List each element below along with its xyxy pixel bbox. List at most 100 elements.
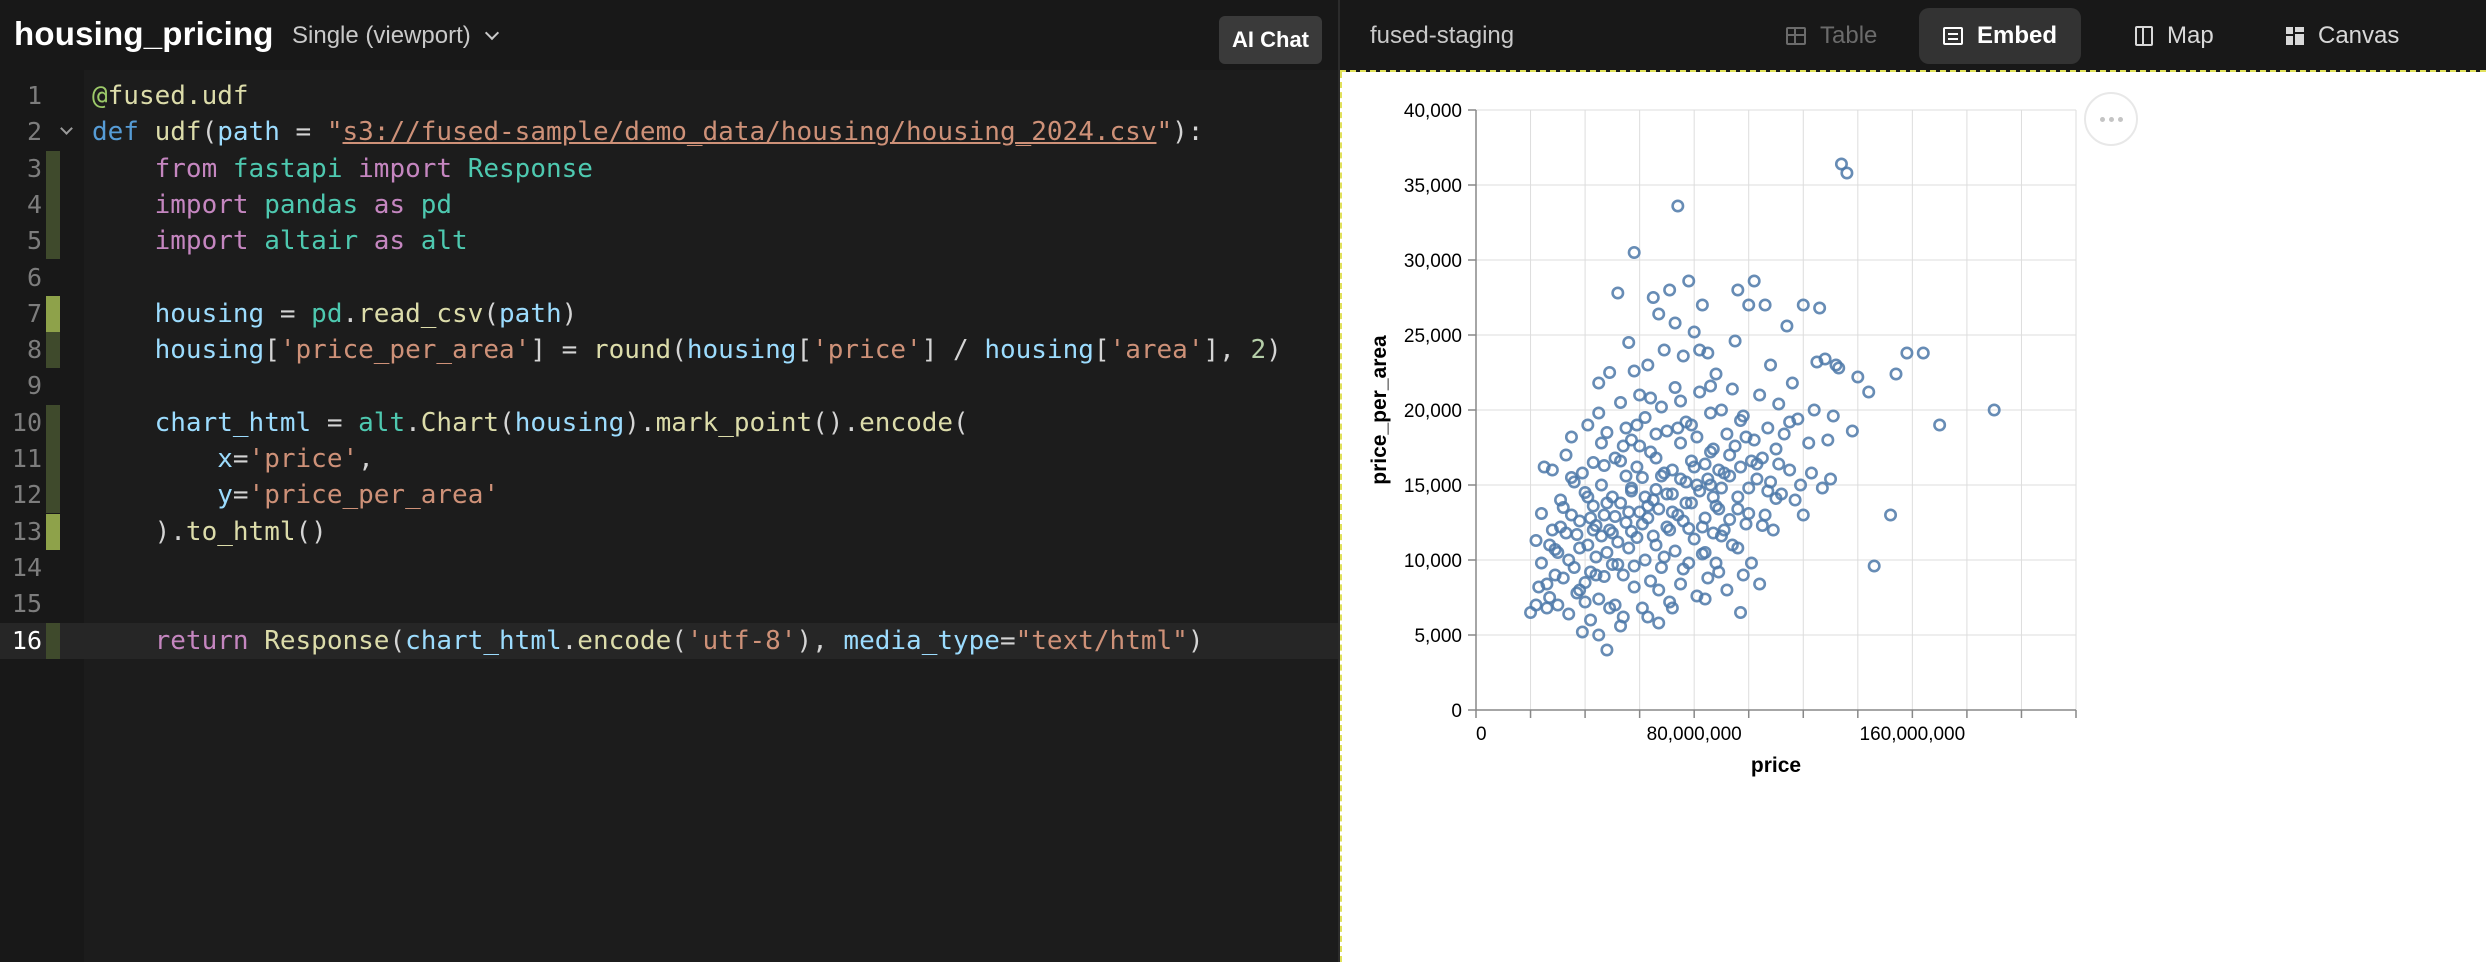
- code-token: from: [154, 153, 233, 184]
- code-token: (: [953, 407, 969, 438]
- x-tick-label: 80,000,000: [1647, 724, 1742, 745]
- code-token: =: [311, 407, 359, 438]
- code-token: housing: [984, 335, 1094, 366]
- tab-canvas[interactable]: Canvas: [2262, 8, 2423, 64]
- code-line[interactable]: 12 y='price_per_area': [0, 477, 1338, 514]
- data-point: [1575, 466, 1589, 480]
- change-marker: [46, 295, 60, 332]
- change-marker: [46, 404, 60, 441]
- data-point: [1594, 436, 1608, 450]
- data-point: [1744, 556, 1758, 570]
- map-icon: [2135, 26, 2153, 46]
- data-point: [1584, 613, 1598, 627]
- code-line[interactable]: 16 return Response(chart_html.encode('ut…: [0, 622, 1338, 659]
- code-token: =: [232, 480, 249, 511]
- code-line[interactable]: 7 housing = pd.read_csv(path): [0, 295, 1338, 332]
- preview-header: fused-staging Table Embed Map Canvas: [1340, 0, 2486, 72]
- data-point: [1559, 448, 1573, 462]
- tab-embed[interactable]: Embed: [1919, 8, 2082, 64]
- data-point: [1788, 493, 1802, 507]
- line-number: 7: [26, 298, 42, 328]
- data-point: [1933, 418, 1947, 432]
- change-marker: [46, 622, 60, 659]
- data-point: [1704, 406, 1718, 420]
- line-number: 14: [11, 552, 42, 582]
- code-token: round: [592, 335, 672, 366]
- data-point: [1698, 457, 1712, 471]
- line-number: 11: [11, 444, 42, 473]
- data-point: [1600, 545, 1614, 559]
- code-line[interactable]: 1 @fused.udf: [0, 78, 1338, 114]
- y-tick-label: 30,000: [1404, 251, 1462, 272]
- code-token: =: [999, 625, 1016, 656]
- code-line[interactable]: 5 import altair as alt: [0, 223, 1338, 260]
- code-token: =: [232, 444, 249, 474]
- more-horizontal-icon[interactable]: [2084, 92, 2138, 146]
- code-token: ().: [812, 407, 860, 438]
- data-point: [1646, 291, 1660, 305]
- code-line[interactable]: 6: [0, 260, 1338, 296]
- data-point: [1652, 583, 1666, 597]
- change-marker: [46, 477, 60, 514]
- code-area[interactable]: 1 @fused.udf 2 def udf(path = "s3://fused-s…: [0, 70, 1338, 962]
- data-point: [1534, 506, 1548, 520]
- mode-select[interactable]: Single (viewport): [292, 22, 499, 50]
- data-point: [1529, 598, 1543, 612]
- code-line[interactable]: 8 housing['price_per_area'] = round(hous…: [0, 332, 1338, 369]
- code-token: housing: [514, 407, 625, 438]
- code-line[interactable]: 14: [0, 550, 1338, 586]
- data-point: [1660, 424, 1674, 438]
- code-token: media_type: [843, 625, 1000, 656]
- data-point: [1780, 319, 1794, 333]
- code-token: path: [499, 298, 562, 329]
- code-text: x='price',: [92, 441, 374, 477]
- data-point: [1619, 421, 1633, 435]
- code-text: def udf(path = "s3://fused-sample/demo_d…: [92, 114, 1203, 150]
- code-token: [: [264, 335, 280, 366]
- code-token: ": [1156, 117, 1173, 148]
- data-point: [1867, 559, 1881, 573]
- data-point: [1663, 283, 1677, 297]
- data-point: [1668, 544, 1682, 558]
- code-token: fastapi: [232, 153, 359, 184]
- y-tick-label: 40,000: [1404, 101, 1462, 122]
- data-point: [1649, 482, 1663, 496]
- code-line[interactable]: 13 ).to_html(): [0, 513, 1338, 550]
- udf-name[interactable]: housing_pricing: [14, 15, 274, 53]
- tab-map[interactable]: Map: [2111, 8, 2238, 64]
- code-token: (): [295, 516, 327, 547]
- data-point: [1701, 571, 1715, 585]
- data-point: [1622, 335, 1636, 349]
- data-point: [1597, 458, 1611, 472]
- data-point: [1644, 574, 1658, 588]
- code-line[interactable]: 9: [0, 368, 1338, 404]
- data-point: [1600, 643, 1614, 657]
- data-point: [1584, 511, 1598, 525]
- code-token: ): [1266, 335, 1282, 366]
- data-point: [1619, 469, 1633, 483]
- ai-chat-button[interactable]: AI Chat: [1219, 16, 1322, 64]
- data-point: [1889, 367, 1903, 381]
- data-point: [1785, 376, 1799, 390]
- data-point: [1862, 385, 1876, 399]
- code-token: pd: [420, 189, 453, 220]
- code-line[interactable]: 2 def udf(path = "s3://fused-sample/demo_…: [0, 114, 1338, 150]
- code-line[interactable]: 15: [0, 586, 1338, 622]
- line-number: 12: [11, 480, 42, 510]
- line-number: 13: [11, 516, 42, 546]
- code-line[interactable]: 3 from fastapi import Response: [0, 150, 1338, 187]
- code-line[interactable]: 11 x='price',: [0, 441, 1338, 477]
- y-tick-label: 0: [1451, 701, 1462, 722]
- tab-table[interactable]: Table: [1762, 8, 1901, 64]
- data-point: [1630, 460, 1644, 474]
- y-axis-title: price_per_area: [1368, 335, 1391, 485]
- code-line[interactable]: 4 import pandas as pd: [0, 186, 1338, 223]
- fold-chevron-icon[interactable]: [60, 122, 73, 136]
- data-point: [1616, 568, 1630, 582]
- code-token: (: [389, 625, 406, 656]
- chevron-down-icon: [484, 25, 499, 41]
- data-point: [1826, 409, 1840, 423]
- code-line[interactable]: 10 chart_html = alt.Chart(housing).mark_…: [0, 404, 1338, 441]
